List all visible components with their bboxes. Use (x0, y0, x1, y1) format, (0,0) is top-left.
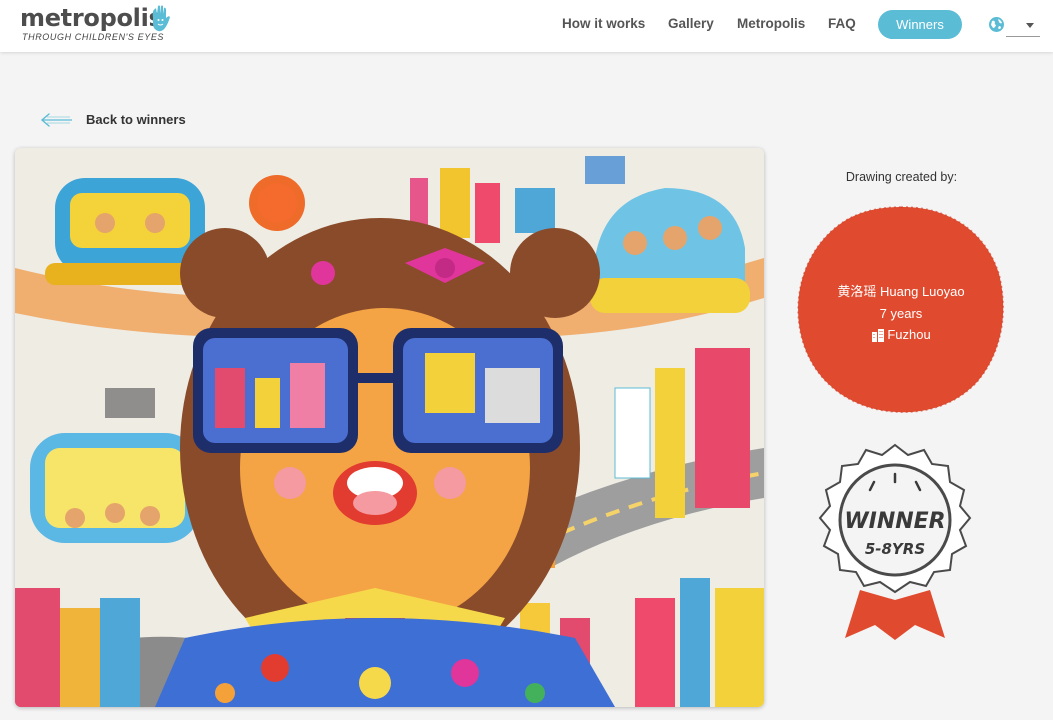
artwork-image[interactable] (15, 148, 764, 707)
badge-line1: WINNER (844, 509, 945, 534)
artwork-drawing (15, 148, 764, 707)
artist-info: 黄洛瑶 Huang Luoyao 7 years Fuzhou (795, 281, 1007, 346)
badge-line2: 5-8YRS (865, 540, 925, 558)
globe-icon[interactable] (988, 16, 1005, 33)
nav-how-it-works[interactable]: How it works (562, 16, 645, 31)
artist-city-row: Fuzhou (795, 324, 1007, 346)
site-logo[interactable]: metropolis THROUGH CHILDREN'S EYES (20, 4, 170, 42)
back-to-winners-label: Back to winners (86, 112, 186, 127)
drawing-created-by-label: Drawing created by: (845, 170, 958, 184)
winners-button[interactable]: Winners (878, 10, 962, 39)
hand-logo-icon (152, 5, 170, 32)
city-buildings-icon (872, 328, 885, 342)
artist-city: Fuzhou (887, 327, 931, 342)
language-select[interactable] (1006, 15, 1040, 37)
artist-name: 黄洛瑶 Huang Luoyao (837, 284, 965, 299)
chevron-down-icon (1026, 23, 1034, 28)
nav-gallery[interactable]: Gallery (668, 16, 714, 31)
logo-tagline: THROUGH CHILDREN'S EYES (22, 32, 165, 42)
winner-badge-icon: WINNER 5-8YRS (818, 443, 972, 640)
arrow-left-icon (40, 113, 72, 127)
artist-age: 7 years (879, 305, 923, 321)
logo-wordmark: metropolis (20, 4, 163, 32)
site-header: metropolis THROUGH CHILDREN'S EYES How i… (0, 0, 1053, 52)
nav-metropolis[interactable]: Metropolis (737, 16, 805, 31)
nav-faq[interactable]: FAQ (828, 16, 856, 31)
